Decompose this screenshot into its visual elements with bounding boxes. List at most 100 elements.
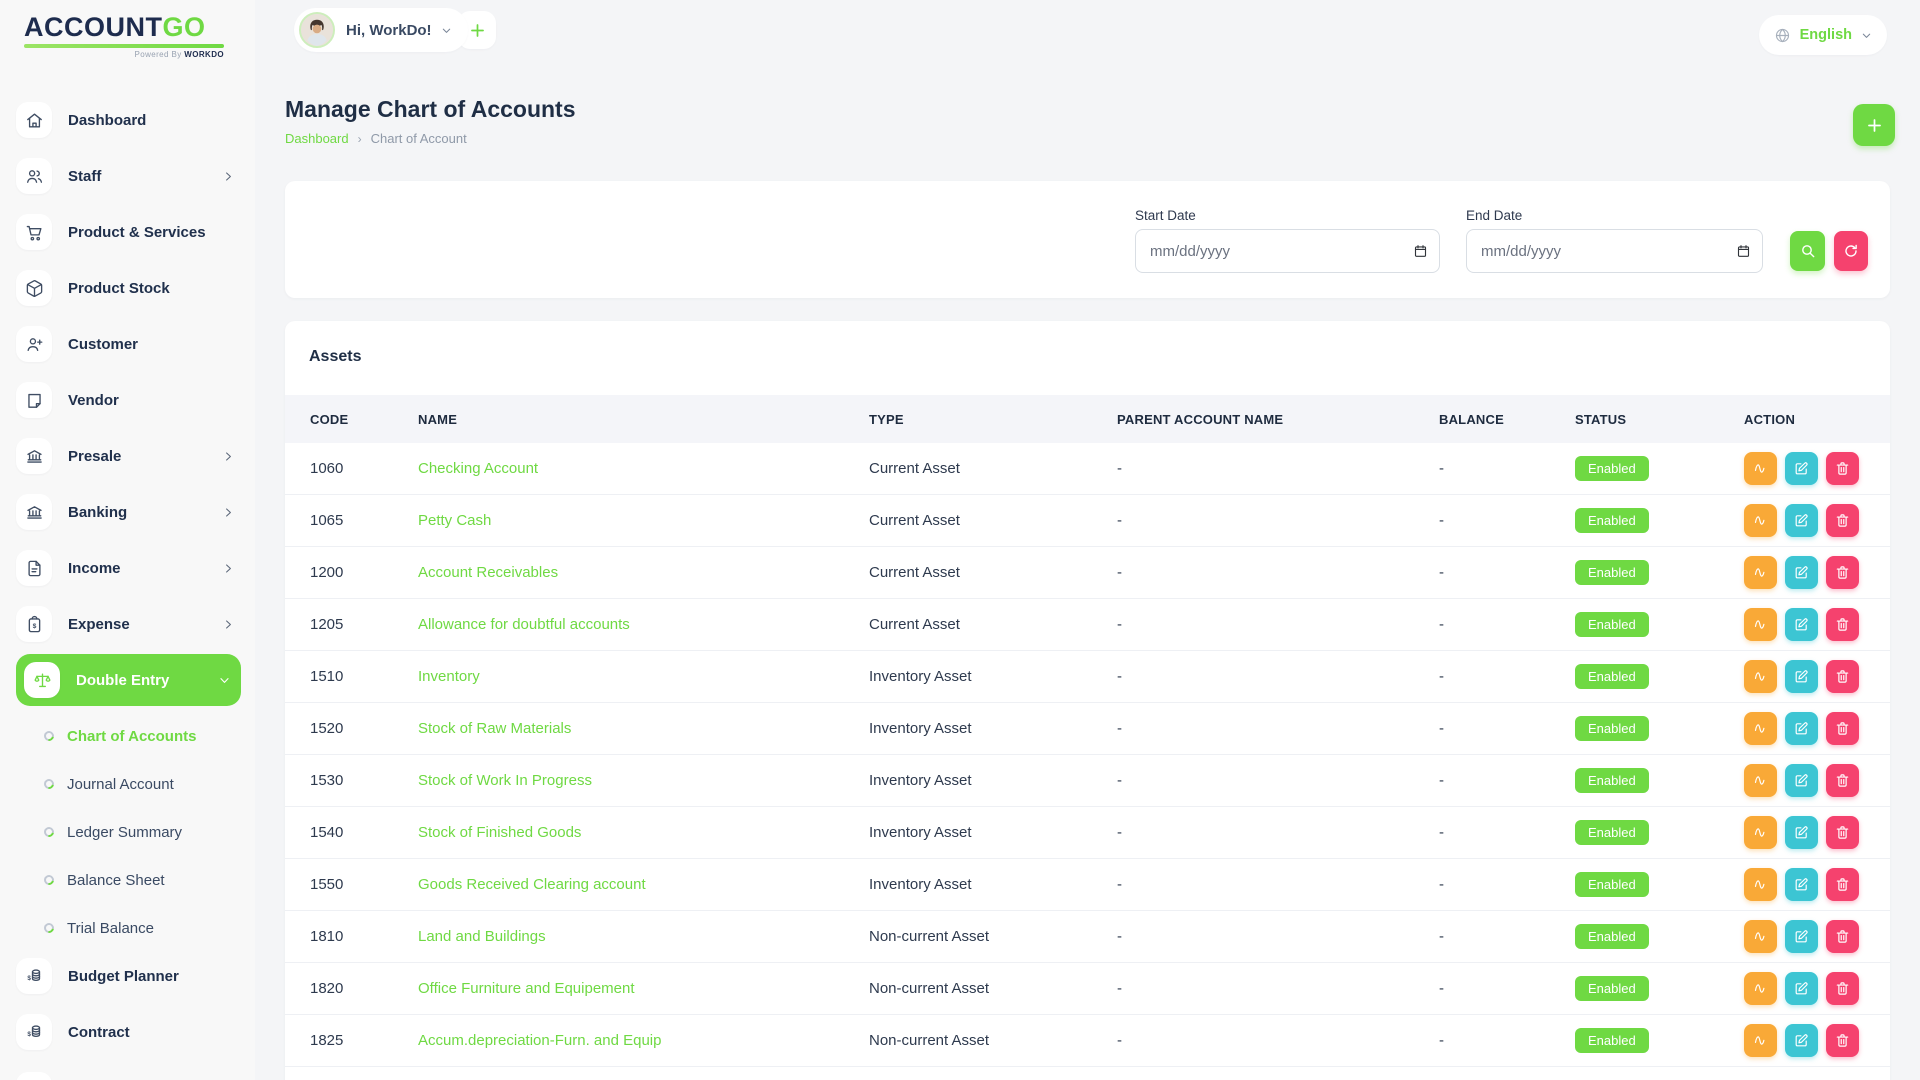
account-type: Inventory Asset [869, 876, 1117, 893]
edit-button[interactable] [1785, 712, 1818, 745]
account-name-link[interactable]: Allowance for doubtful accounts [418, 616, 869, 633]
activity-button[interactable] [1744, 712, 1777, 745]
delete-button[interactable] [1826, 816, 1859, 849]
bullet-icon [42, 921, 56, 935]
delete-button[interactable] [1826, 764, 1859, 797]
end-date-input[interactable] [1466, 229, 1763, 273]
account-name-link[interactable]: Account Receivables [418, 564, 869, 581]
account-balance: - [1439, 928, 1575, 945]
language-selector[interactable]: English [1759, 15, 1887, 55]
account-name-link[interactable]: Petty Cash [418, 512, 869, 529]
delete-button[interactable] [1826, 556, 1859, 589]
status-badge: Enabled [1575, 560, 1649, 585]
account-name-link[interactable]: Checking Account [418, 460, 869, 477]
trash-icon [1835, 669, 1850, 684]
delete-button[interactable] [1826, 504, 1859, 537]
sidebar-subitem-balance-sheet[interactable]: Balance Sheet [16, 862, 241, 898]
account-balance: - [1439, 564, 1575, 581]
edit-button[interactable] [1785, 972, 1818, 1005]
sidebar-item-contract[interactable]: $Contract [16, 1014, 241, 1050]
sidebar-item-dashboard[interactable]: Dashboard [16, 102, 241, 138]
edit-icon [1794, 773, 1809, 788]
activity-button[interactable] [1744, 920, 1777, 953]
trash-icon [1835, 565, 1850, 580]
brand-logo[interactable]: ACCOUNTGO Powered By WORKDO [24, 14, 224, 59]
delete-button[interactable] [1826, 660, 1859, 693]
sidebar-item-presale[interactable]: Presale [16, 438, 241, 474]
sidebar-subitem-ledger-summary[interactable]: Ledger Summary [16, 814, 241, 850]
sidebar-item-double-entry[interactable]: Double Entry [16, 654, 241, 706]
sidebar-item-product-services[interactable]: Product & Services [16, 214, 241, 250]
sidebar-item-label: Contract [68, 1024, 130, 1041]
edit-button[interactable] [1785, 1024, 1818, 1057]
breadcrumb-dashboard-link[interactable]: Dashboard [285, 131, 349, 146]
delete-button[interactable] [1826, 608, 1859, 641]
edit-button[interactable] [1785, 608, 1818, 641]
sidebar-item-customer[interactable]: Customer [16, 326, 241, 362]
sidebar-subitem-journal-account[interactable]: Journal Account [16, 766, 241, 802]
delete-button[interactable] [1826, 452, 1859, 485]
sidebar-item-budget-planner[interactable]: $Budget Planner [16, 958, 241, 994]
edit-button[interactable] [1785, 556, 1818, 589]
delete-button[interactable] [1826, 1024, 1859, 1057]
row-actions [1744, 816, 1870, 849]
parent-account-name: - [1117, 824, 1439, 841]
sidebar-item-vendor[interactable]: Vendor [16, 382, 241, 418]
delete-button[interactable] [1826, 920, 1859, 953]
edit-button[interactable] [1785, 868, 1818, 901]
table-row: 1520 Stock of Raw Materials Inventory As… [285, 703, 1890, 755]
sidebar-subitem-chart-of-accounts[interactable]: Chart of Accounts [16, 718, 241, 754]
account-name-link[interactable]: Stock of Raw Materials [418, 720, 869, 737]
edit-button[interactable] [1785, 920, 1818, 953]
account-name-link[interactable]: Office Furniture and Equipement [418, 980, 869, 997]
account-name-link[interactable]: Stock of Finished Goods [418, 824, 869, 841]
sidebar-subitem-trial-balance[interactable]: Trial Balance [16, 910, 241, 946]
create-account-button[interactable] [1853, 104, 1895, 146]
activity-button[interactable] [1744, 556, 1777, 589]
activity-button[interactable] [1744, 504, 1777, 537]
delete-button[interactable] [1826, 972, 1859, 1005]
edit-button[interactable] [1785, 452, 1818, 485]
account-name-link[interactable]: Land and Buildings [418, 928, 869, 945]
edit-button[interactable] [1785, 764, 1818, 797]
delete-button[interactable] [1826, 868, 1859, 901]
sidebar-item-label: Dashboard [68, 112, 146, 129]
reset-filter-button[interactable] [1834, 231, 1868, 271]
chevron-right-icon [222, 618, 235, 631]
activity-wave-icon [1753, 669, 1768, 684]
sidebar-item-product-stock[interactable]: Product Stock [16, 270, 241, 306]
activity-button[interactable] [1744, 1024, 1777, 1057]
edit-button[interactable] [1785, 504, 1818, 537]
account-name-link[interactable]: Accum.depreciation-Furn. and Equip [418, 1032, 869, 1049]
column-action: ACTION [1744, 412, 1870, 427]
bullet-icon [42, 729, 56, 743]
activity-wave-icon [1753, 825, 1768, 840]
account-balance: - [1439, 824, 1575, 841]
sidebar-item-income[interactable]: Income [16, 550, 241, 586]
activity-button[interactable] [1744, 608, 1777, 641]
edit-icon [1794, 877, 1809, 892]
start-date-input[interactable] [1135, 229, 1440, 273]
account-type: Non-current Asset [869, 928, 1117, 945]
activity-button[interactable] [1744, 660, 1777, 693]
edit-icon [1794, 1033, 1809, 1048]
user-menu[interactable]: Hi, WorkDo! [294, 8, 468, 52]
apply-filter-button[interactable] [1790, 231, 1825, 271]
account-name-link[interactable]: Stock of Work In Progress [418, 772, 869, 789]
activity-button[interactable] [1744, 764, 1777, 797]
activity-button[interactable] [1744, 972, 1777, 1005]
activity-button[interactable] [1744, 452, 1777, 485]
account-name-link[interactable]: Inventory [418, 668, 869, 685]
sidebar-subitem-label: Ledger Summary [67, 824, 182, 841]
account-name-link[interactable]: Goods Received Clearing account [418, 876, 869, 893]
language-label: English [1800, 27, 1852, 43]
edit-button[interactable] [1785, 660, 1818, 693]
column-balance: BALANCE [1439, 412, 1575, 427]
edit-button[interactable] [1785, 816, 1818, 849]
sidebar-item-expense[interactable]: $Expense [16, 606, 241, 642]
activity-button[interactable] [1744, 816, 1777, 849]
activity-button[interactable] [1744, 868, 1777, 901]
sidebar-item-banking[interactable]: Banking [16, 494, 241, 530]
sidebar-item-staff[interactable]: Staff [16, 158, 241, 194]
delete-button[interactable] [1826, 712, 1859, 745]
